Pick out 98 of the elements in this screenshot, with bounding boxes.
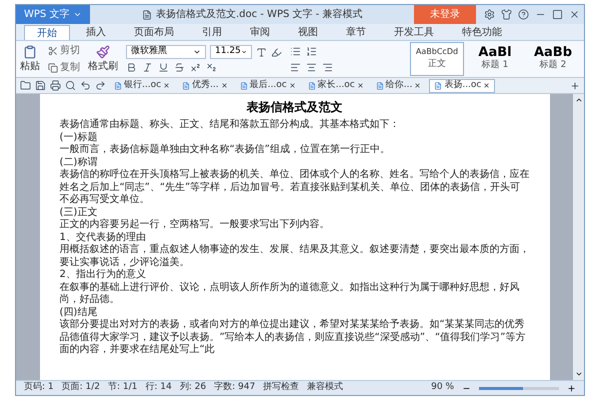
ribbon-tab[interactable]: 开发工具 <box>382 25 446 40</box>
ribbon-tab[interactable]: 审阅 <box>238 25 282 40</box>
paragraph: 表扬信的称呼位在开头顶格写上被表扬的机关、单位、团体或个人的名称、姓名。写给个人的表扬信，应在姓名之后加上“同志”、“先生”等字样，后边加冒号。若直接张贴到某机关、单位、团体的表扬信，开头可不必再写受文单位。 <box>60 169 530 206</box>
save-icon[interactable] <box>35 80 46 91</box>
status-item: 行: 14 <box>145 381 172 394</box>
ribbon-tab[interactable]: 特色功能 <box>450 25 514 40</box>
shirt-icon[interactable] <box>501 9 512 20</box>
paragraph: 用概括叙述的语言，重点叙述人物事迹的发生、发展、结果及其意义。叙述要清楚，要突出最本质的方面，要让实事说话，少评论溢美。 <box>60 244 530 268</box>
ribbon-tab[interactable]: 引用 <box>190 25 234 40</box>
align-right-icon[interactable] <box>322 62 333 72</box>
paintbrush-icon <box>96 44 110 58</box>
close-icon <box>414 82 422 89</box>
paragraph: (一)标题 <box>60 132 98 144</box>
window-title: 表扬信格式及范文.doc - WPS 文字 - 兼容模式 <box>156 8 362 22</box>
document-icon <box>434 82 442 90</box>
undo-icon[interactable] <box>80 80 91 91</box>
ribbon-tab[interactable]: 开始 <box>24 25 70 40</box>
redo-icon[interactable] <box>95 80 106 91</box>
align-center-icon[interactable] <box>306 62 317 72</box>
settings-icon[interactable] <box>484 9 495 20</box>
paragraph: 1、交代表扬的理由 <box>60 232 147 244</box>
zoom-slider[interactable] <box>479 386 559 390</box>
paragraph: 一般而言，表扬信标题单独由文种名称“表扬信”组成，位置在第一行正中。 <box>60 144 391 156</box>
paragraph: 正文的内容要另起一行，空两格写。一般要求写出下列内容。 <box>60 219 330 232</box>
align-left-icon[interactable] <box>290 62 301 72</box>
document-tab[interactable]: 给你... <box>372 78 426 92</box>
paragraph: 在叙事的基础上进行评价、议论，点明该人所作所为的道德意义。如指出这种行为属于哪种好思想，好风尚，好品德。 <box>60 282 520 306</box>
app-menu-button[interactable]: WPS 文字 <box>16 5 90 24</box>
status-item: 页面: 1/2 <box>62 381 100 394</box>
status-item: 拼写检查 <box>263 381 300 394</box>
caret-icon <box>193 48 201 56</box>
paragraph: (三)正文 <box>60 206 98 218</box>
document-icon <box>114 82 122 90</box>
paste-button[interactable]: 粘贴 <box>20 44 40 74</box>
subscript-icon[interactable] <box>206 62 217 73</box>
scrollbar[interactable] <box>573 94 584 380</box>
caret-icon <box>240 48 247 56</box>
status-item: 字数: 947 <box>214 381 256 394</box>
strikethrough-icon[interactable] <box>174 62 185 73</box>
print-icon[interactable] <box>50 80 61 91</box>
document-icon <box>376 82 384 90</box>
cut-button[interactable]: 剪切 <box>48 43 80 58</box>
ribbon-tab[interactable]: 页面布局 <box>122 25 186 40</box>
document-tab[interactable]: 银行...oc <box>110 78 174 92</box>
scroll-down-icon[interactable] <box>574 370 582 378</box>
bold-icon[interactable] <box>126 62 137 73</box>
close-icon <box>483 82 490 89</box>
scroll-up-icon[interactable] <box>574 96 582 104</box>
style-preset[interactable]: AaBbCcDd 正文 <box>410 42 464 76</box>
clipboard-icon <box>23 44 37 58</box>
document-tab[interactable]: 家长...oc <box>304 78 368 92</box>
underline-icon[interactable] <box>158 62 169 73</box>
close-icon[interactable] <box>569 9 580 20</box>
zoom-level: 90 % <box>431 381 454 394</box>
paragraph: (四)结尾 <box>60 306 98 318</box>
search-icon[interactable] <box>65 80 76 91</box>
font-size-icon[interactable] <box>256 46 267 58</box>
paragraph: 2、指出行为的意义 <box>60 269 147 282</box>
maximize-icon[interactable] <box>552 9 563 20</box>
zoom-in-icon[interactable] <box>567 384 576 392</box>
paragraph: (二)称谓 <box>60 156 98 168</box>
ribbon-tab[interactable]: 章节 <box>334 25 378 40</box>
document-tab[interactable]: 优秀... <box>178 78 232 92</box>
help-icon[interactable] <box>518 9 529 20</box>
document-title: 表扬信格式及范文 <box>246 99 344 116</box>
document-tab[interactable]: 最后...oc <box>236 78 300 92</box>
document-icon <box>240 82 248 90</box>
paragraph: 该部分要提出对对方的表扬，或者向对方的单位提出建议，希望对某某某给予表扬。如“某某某同志的优秀品德值得大家学习，建议予以表扬。”写给本人的表扬信，则应直接说些“深受感动”、“值得我们学习”等方面的内容，并要求在结尾处写上“此 <box>60 319 526 356</box>
superscript-icon[interactable] <box>190 62 201 73</box>
document-icon <box>142 10 152 20</box>
copy-button[interactable]: 复制 <box>48 60 80 75</box>
copy-icon <box>48 62 58 72</box>
scissors-icon <box>48 46 58 56</box>
ribbon-tab[interactable]: 视图 <box>286 25 330 40</box>
paragraph: 表扬信通常由标题、称头、正文、结尾和落款五部分构成。其基本格式如下： <box>60 119 400 132</box>
italic-icon[interactable] <box>142 62 153 73</box>
close-icon <box>163 82 170 89</box>
font-dropdown[interactable]: 微软雅黑 <box>126 45 206 59</box>
document-icon <box>308 82 316 90</box>
caret-icon <box>73 10 82 19</box>
format-painter-button[interactable]: 格式刷 <box>88 44 118 74</box>
style-preset[interactable]: AaBb 标题 2 <box>526 42 580 76</box>
status-item: 页码: 1 <box>24 381 54 394</box>
close-icon <box>220 82 228 89</box>
ribbon-tab[interactable]: 插入 <box>74 25 118 40</box>
status-item: 列: 26 <box>180 381 206 394</box>
document-tab[interactable]: 表扬...oc <box>429 78 496 92</box>
status-item: 节: 1/1 <box>108 381 138 394</box>
numbered-list-icon[interactable] <box>306 46 317 56</box>
status-item: 兼容模式 <box>307 381 344 394</box>
close-icon <box>356 82 364 89</box>
font-size-dropdown[interactable]: 11.25 <box>210 45 252 59</box>
folder-icon[interactable] <box>20 80 31 91</box>
highlighter-icon[interactable] <box>271 46 282 58</box>
new-tab-icon[interactable] <box>570 80 580 90</box>
document-icon <box>182 82 190 90</box>
style-preset[interactable]: AaBl 标题 1 <box>468 42 522 76</box>
close-icon <box>288 82 296 89</box>
